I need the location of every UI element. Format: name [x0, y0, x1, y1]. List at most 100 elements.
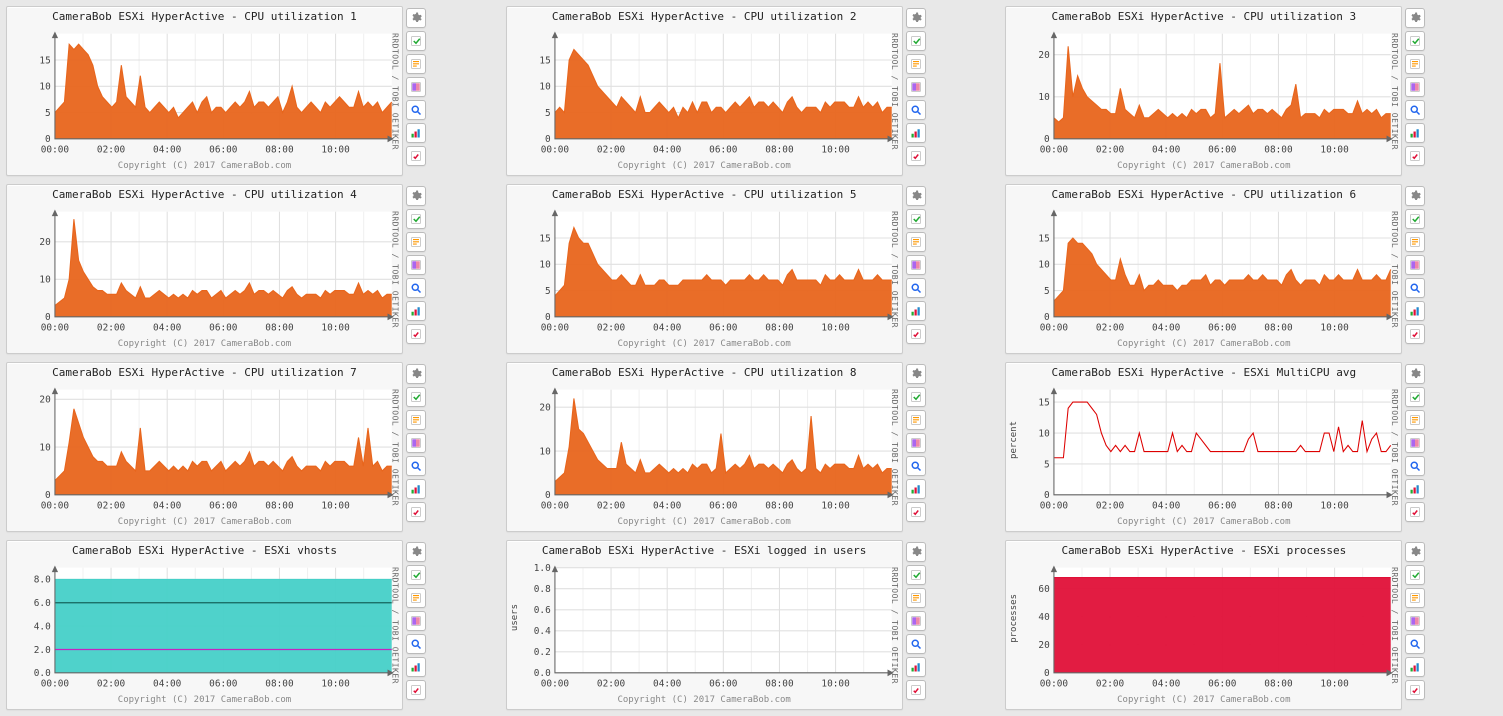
notes-orange-icon[interactable] — [406, 54, 426, 74]
flag-red-icon[interactable] — [1405, 324, 1425, 344]
zoom-lens-icon[interactable] — [906, 100, 926, 120]
export-green-icon[interactable] — [1405, 31, 1425, 51]
export-green-icon[interactable] — [906, 31, 926, 51]
bars-green-icon[interactable] — [906, 657, 926, 677]
bars-green-icon[interactable] — [406, 123, 426, 143]
flag-red-icon[interactable] — [906, 502, 926, 522]
diff-purple-icon[interactable] — [1405, 255, 1425, 275]
flag-red-icon[interactable] — [1405, 146, 1425, 166]
zoom-lens-icon[interactable] — [906, 278, 926, 298]
bars-green-icon[interactable] — [1405, 123, 1425, 143]
export-green-icon[interactable] — [406, 565, 426, 585]
notes-orange-icon[interactable] — [906, 232, 926, 252]
bars-green-icon[interactable] — [1405, 479, 1425, 499]
svg-text:10:00: 10:00 — [821, 678, 849, 689]
diff-purple-icon[interactable] — [906, 255, 926, 275]
svg-text:00:00: 00:00 — [41, 322, 69, 333]
diff-purple-icon[interactable] — [406, 77, 426, 97]
bars-green-icon[interactable] — [906, 123, 926, 143]
zoom-lens-icon[interactable] — [906, 634, 926, 654]
svg-text:10:00: 10:00 — [821, 144, 849, 155]
flag-red-icon[interactable] — [1405, 502, 1425, 522]
svg-text:0: 0 — [545, 490, 551, 501]
zoom-lens-icon[interactable] — [1405, 100, 1425, 120]
notes-orange-icon[interactable] — [406, 588, 426, 608]
diff-purple-icon[interactable] — [906, 77, 926, 97]
bars-green-icon[interactable] — [406, 479, 426, 499]
gear-icon[interactable] — [406, 186, 426, 206]
gear-icon[interactable] — [906, 542, 926, 562]
svg-text:0.4: 0.4 — [533, 626, 550, 637]
export-green-icon[interactable] — [1405, 209, 1425, 229]
diff-purple-icon[interactable] — [1405, 77, 1425, 97]
zoom-lens-icon[interactable] — [406, 278, 426, 298]
bars-green-icon[interactable] — [406, 301, 426, 321]
zoom-lens-icon[interactable] — [1405, 278, 1425, 298]
diff-purple-icon[interactable] — [1405, 611, 1425, 631]
bars-green-icon[interactable] — [1405, 301, 1425, 321]
flag-red-icon[interactable] — [906, 324, 926, 344]
gear-icon[interactable] — [1405, 542, 1425, 562]
flag-red-icon[interactable] — [406, 146, 426, 166]
svg-text:2.0: 2.0 — [34, 645, 51, 656]
diff-purple-icon[interactable] — [406, 611, 426, 631]
diff-purple-icon[interactable] — [906, 611, 926, 631]
notes-orange-icon[interactable] — [406, 410, 426, 430]
svg-text:10:00: 10:00 — [321, 500, 349, 511]
gear-icon[interactable] — [406, 364, 426, 384]
export-green-icon[interactable] — [906, 387, 926, 407]
svg-text:10: 10 — [39, 442, 50, 453]
zoom-lens-icon[interactable] — [1405, 634, 1425, 654]
flag-red-icon[interactable] — [406, 680, 426, 700]
flag-red-icon[interactable] — [406, 502, 426, 522]
diff-purple-icon[interactable] — [406, 433, 426, 453]
panel-toolbar — [1405, 542, 1425, 700]
gear-icon[interactable] — [906, 186, 926, 206]
export-green-icon[interactable] — [1405, 387, 1425, 407]
export-green-icon[interactable] — [406, 31, 426, 51]
zoom-lens-icon[interactable] — [1405, 456, 1425, 476]
notes-orange-icon[interactable] — [1405, 410, 1425, 430]
notes-orange-icon[interactable] — [1405, 54, 1425, 74]
flag-red-icon[interactable] — [406, 324, 426, 344]
export-green-icon[interactable] — [406, 209, 426, 229]
gear-icon[interactable] — [906, 364, 926, 384]
export-green-icon[interactable] — [906, 209, 926, 229]
flag-red-icon[interactable] — [1405, 680, 1425, 700]
chart-area: 00:0002:0004:0006:0008:0010:0001020 — [507, 381, 902, 515]
export-green-icon[interactable] — [906, 565, 926, 585]
bars-green-icon[interactable] — [906, 301, 926, 321]
gear-icon[interactable] — [906, 8, 926, 28]
export-green-icon[interactable] — [406, 387, 426, 407]
gear-icon[interactable] — [1405, 364, 1425, 384]
chart-title: CameraBob ESXi HyperActive - ESXi vhosts — [7, 541, 402, 559]
svg-text:0: 0 — [545, 134, 551, 145]
bars-green-icon[interactable] — [906, 479, 926, 499]
notes-orange-icon[interactable] — [906, 588, 926, 608]
notes-orange-icon[interactable] — [1405, 232, 1425, 252]
gear-icon[interactable] — [406, 542, 426, 562]
chart-cell: CameraBob ESXi HyperActive - ESXi proces… — [1005, 540, 1497, 710]
diff-purple-icon[interactable] — [406, 255, 426, 275]
gear-icon[interactable] — [1405, 186, 1425, 206]
export-green-icon[interactable] — [1405, 565, 1425, 585]
zoom-lens-icon[interactable] — [906, 456, 926, 476]
notes-orange-icon[interactable] — [906, 410, 926, 430]
zoom-lens-icon[interactable] — [406, 456, 426, 476]
zoom-lens-icon[interactable] — [406, 100, 426, 120]
notes-orange-icon[interactable] — [906, 54, 926, 74]
flag-red-icon[interactable] — [906, 680, 926, 700]
zoom-lens-icon[interactable] — [406, 634, 426, 654]
svg-text:15: 15 — [1039, 233, 1050, 244]
gear-icon[interactable] — [1405, 8, 1425, 28]
flag-red-icon[interactable] — [906, 146, 926, 166]
bars-green-icon[interactable] — [1405, 657, 1425, 677]
bars-green-icon[interactable] — [406, 657, 426, 677]
diff-purple-icon[interactable] — [906, 433, 926, 453]
chart-title: CameraBob ESXi HyperActive - CPU utiliza… — [507, 185, 902, 203]
gear-icon[interactable] — [406, 8, 426, 28]
diff-purple-icon[interactable] — [1405, 433, 1425, 453]
notes-orange-icon[interactable] — [1405, 588, 1425, 608]
notes-orange-icon[interactable] — [406, 232, 426, 252]
svg-text:00:00: 00:00 — [1040, 678, 1068, 689]
